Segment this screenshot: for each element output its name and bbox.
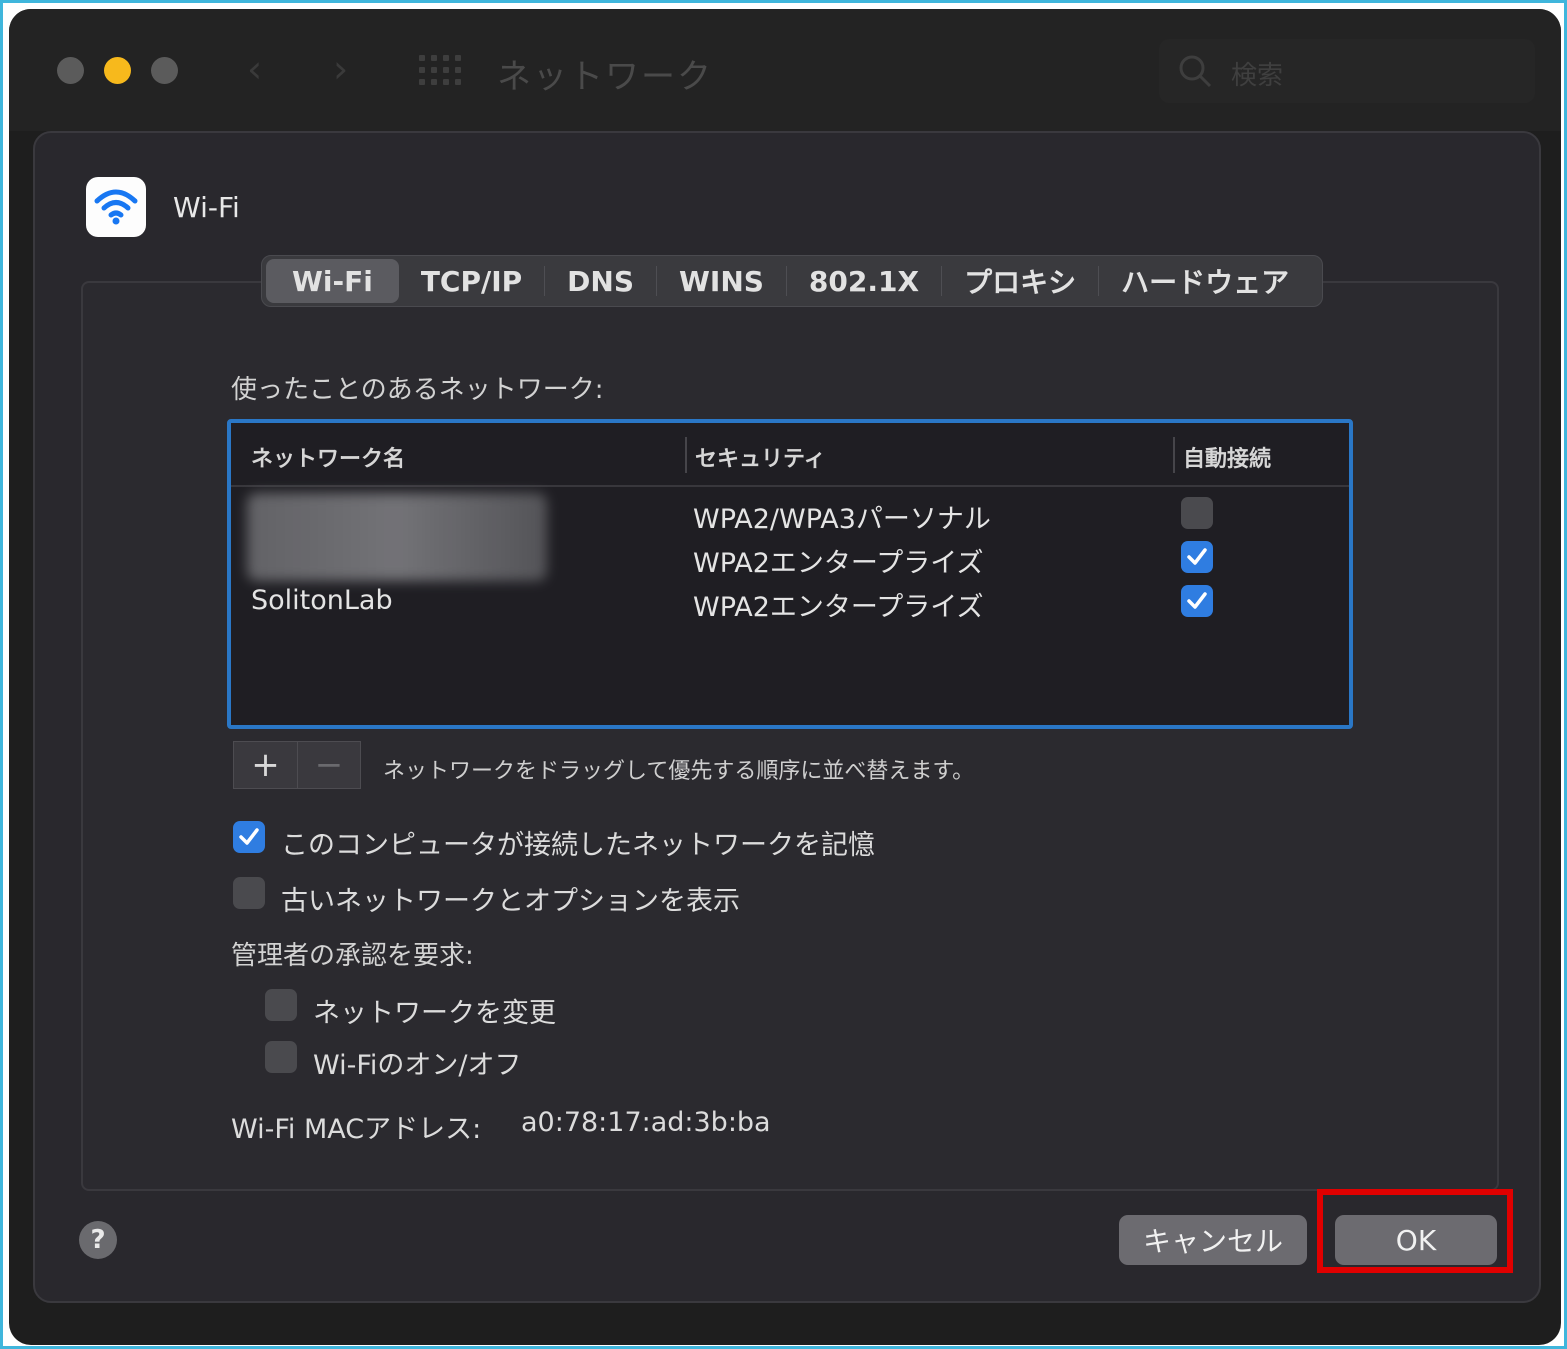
minimize-window-button[interactable] — [104, 57, 131, 84]
change-networks-label[interactable]: ネットワークを変更 — [313, 991, 556, 1030]
tab-proxies[interactable]: プロキシ — [942, 259, 1098, 303]
tab-wifi[interactable]: Wi-Fi — [266, 259, 399, 303]
drag-order-hint: ネットワークをドラッグして優先する順序に並べ替えます。 — [383, 759, 975, 784]
zoom-window-button[interactable] — [151, 57, 178, 84]
column-divider — [1173, 437, 1175, 473]
mac-address-label: Wi-Fi MACアドレス: — [231, 1114, 482, 1145]
tab-dns[interactable]: DNS — [545, 259, 656, 303]
remove-network-button[interactable]: − — [296, 742, 360, 788]
back-arrow-icon[interactable]: ‹ — [247, 47, 262, 91]
auto-join-checkbox[interactable] — [1181, 541, 1213, 573]
search-placeholder: 検索 — [1231, 61, 1284, 91]
tab-hardware[interactable]: ハードウェア — [1099, 259, 1311, 303]
wifi-service-icon — [86, 177, 146, 237]
auto-join-checkbox[interactable] — [1181, 497, 1213, 529]
tab-8021x[interactable]: 802.1X — [787, 259, 941, 303]
wifi-power-label[interactable]: Wi-Fiのオン/オフ — [313, 1043, 522, 1082]
remember-networks-label[interactable]: このコンピュータが接続したネットワークを記憶 — [281, 823, 875, 862]
table-header: ネットワーク名 セキュリティ 自動接続 — [231, 423, 1349, 487]
show-legacy-networks-checkbox[interactable] — [233, 877, 265, 909]
checkmark-icon — [1187, 592, 1207, 609]
advanced-settings-sheet: Wi-Fi Wi-Fi TCP/IP DNS WINS 802.1X プロキシ … — [33, 131, 1541, 1303]
close-window-button[interactable] — [57, 57, 84, 84]
show-all-grid-icon[interactable] — [419, 55, 463, 87]
title-bar: ‹ › ネットワーク 検索 — [9, 9, 1561, 131]
network-preferences-window: ‹ › ネットワーク 検索 Wi-Fi Wi-Fi TCP/IP DNS WIN… — [9, 9, 1561, 1345]
search-icon — [1179, 55, 1212, 88]
tab-wins[interactable]: WINS — [657, 259, 786, 303]
column-header-auto-join[interactable]: 自動接続 — [1183, 441, 1271, 473]
add-remove-control: + − — [233, 741, 361, 789]
screenshot-frame: ‹ › ネットワーク 検索 Wi-Fi Wi-Fi TCP/IP DNS WIN… — [0, 0, 1567, 1349]
security-cell: WPA2エンタープライズ — [693, 592, 984, 623]
tab-bar: Wi-Fi TCP/IP DNS WINS 802.1X プロキシ ハードウェア — [261, 255, 1323, 307]
admin-authorization-label: 管理者の承認を要求: — [231, 941, 474, 971]
known-networks-table[interactable]: ネットワーク名 セキュリティ 自動接続 WPA2/WPA3パーソナル WPA2エ… — [227, 419, 1353, 729]
add-network-button[interactable]: + — [234, 742, 297, 788]
column-header-security[interactable]: セキュリティ — [695, 441, 826, 473]
window-title: ネットワーク — [497, 57, 713, 97]
redacted-network-names — [247, 493, 547, 581]
forward-arrow-icon[interactable]: › — [333, 47, 348, 91]
cancel-button[interactable]: キャンセル — [1119, 1215, 1307, 1265]
search-field[interactable]: 検索 — [1159, 39, 1535, 103]
auto-join-checkbox[interactable] — [1181, 585, 1213, 617]
column-header-network-name[interactable]: ネットワーク名 — [251, 441, 405, 473]
known-networks-label: 使ったことのあるネットワーク: — [231, 375, 604, 405]
tab-tcpip[interactable]: TCP/IP — [399, 259, 544, 303]
network-name-cell: SolitonLab — [251, 585, 393, 616]
service-title: Wi-Fi — [173, 191, 240, 224]
wifi-icon — [94, 189, 138, 225]
security-cell: WPA2エンタープライズ — [693, 548, 984, 579]
show-legacy-networks-label[interactable]: 古いネットワークとオプションを表示 — [281, 879, 740, 918]
security-cell: WPA2/WPA3パーソナル — [693, 504, 991, 535]
mac-address-value: a0:78:17:ad:3b:ba — [521, 1107, 771, 1138]
checkmark-icon — [1187, 548, 1207, 565]
column-divider — [685, 437, 687, 473]
change-networks-checkbox[interactable] — [265, 989, 297, 1021]
wifi-power-checkbox[interactable] — [265, 1041, 297, 1073]
help-button[interactable]: ? — [79, 1221, 117, 1259]
remember-networks-checkbox[interactable] — [233, 821, 265, 853]
ok-highlight-box — [1317, 1189, 1513, 1273]
checkmark-icon — [239, 828, 259, 845]
